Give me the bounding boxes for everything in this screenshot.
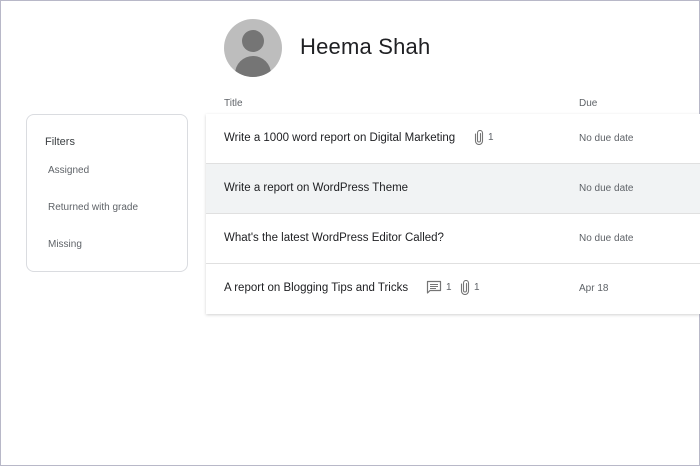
filter-assigned[interactable]: Assigned [48,165,89,176]
avatar[interactable] [224,19,282,77]
paperclip-icon [460,280,470,295]
assignment-title: Write a report on WordPress Theme [224,182,409,194]
filters-card: Filters Assigned Returned with grade Mis… [26,114,188,272]
attachment-count-value: 1 [488,132,494,143]
assignment-row[interactable]: What's the latest WordPress Editor Calle… [206,214,700,264]
attachment-count: 1 [460,280,480,295]
comment-count: 1 [426,280,452,295]
paperclip-icon [474,130,484,145]
assignment-title: Write a 1000 word report on Digital Mark… [224,132,456,144]
column-header-due: Due [579,98,598,109]
assignment-row[interactable]: Write a report on WordPress Theme No due… [206,164,700,214]
filter-returned-with-grade[interactable]: Returned with grade [48,202,138,213]
column-header-title: Title [224,98,243,109]
student-name: Heema Shah [300,34,431,59]
comment-count-value: 1 [446,282,452,293]
due-date: Apr 18 [579,283,609,294]
assignment-title: What's the latest WordPress Editor Calle… [224,232,444,244]
assignment-title: A report on Blogging Tips and Tricks [224,282,409,294]
assignment-row[interactable]: A report on Blogging Tips and Tricks 1 1… [206,264,700,314]
attachment-count-value: 1 [474,282,480,293]
person-icon [242,30,264,52]
filters-title: Filters [45,136,75,148]
assignment-list: Write a 1000 word report on Digital Mark… [206,114,700,314]
comment-icon [426,280,442,294]
due-date: No due date [579,183,634,194]
attachment-count: 1 [474,130,494,145]
filter-missing[interactable]: Missing [48,239,82,250]
due-date: No due date [579,133,634,144]
assignment-row[interactable]: Write a 1000 word report on Digital Mark… [206,114,700,164]
due-date: No due date [579,233,634,244]
